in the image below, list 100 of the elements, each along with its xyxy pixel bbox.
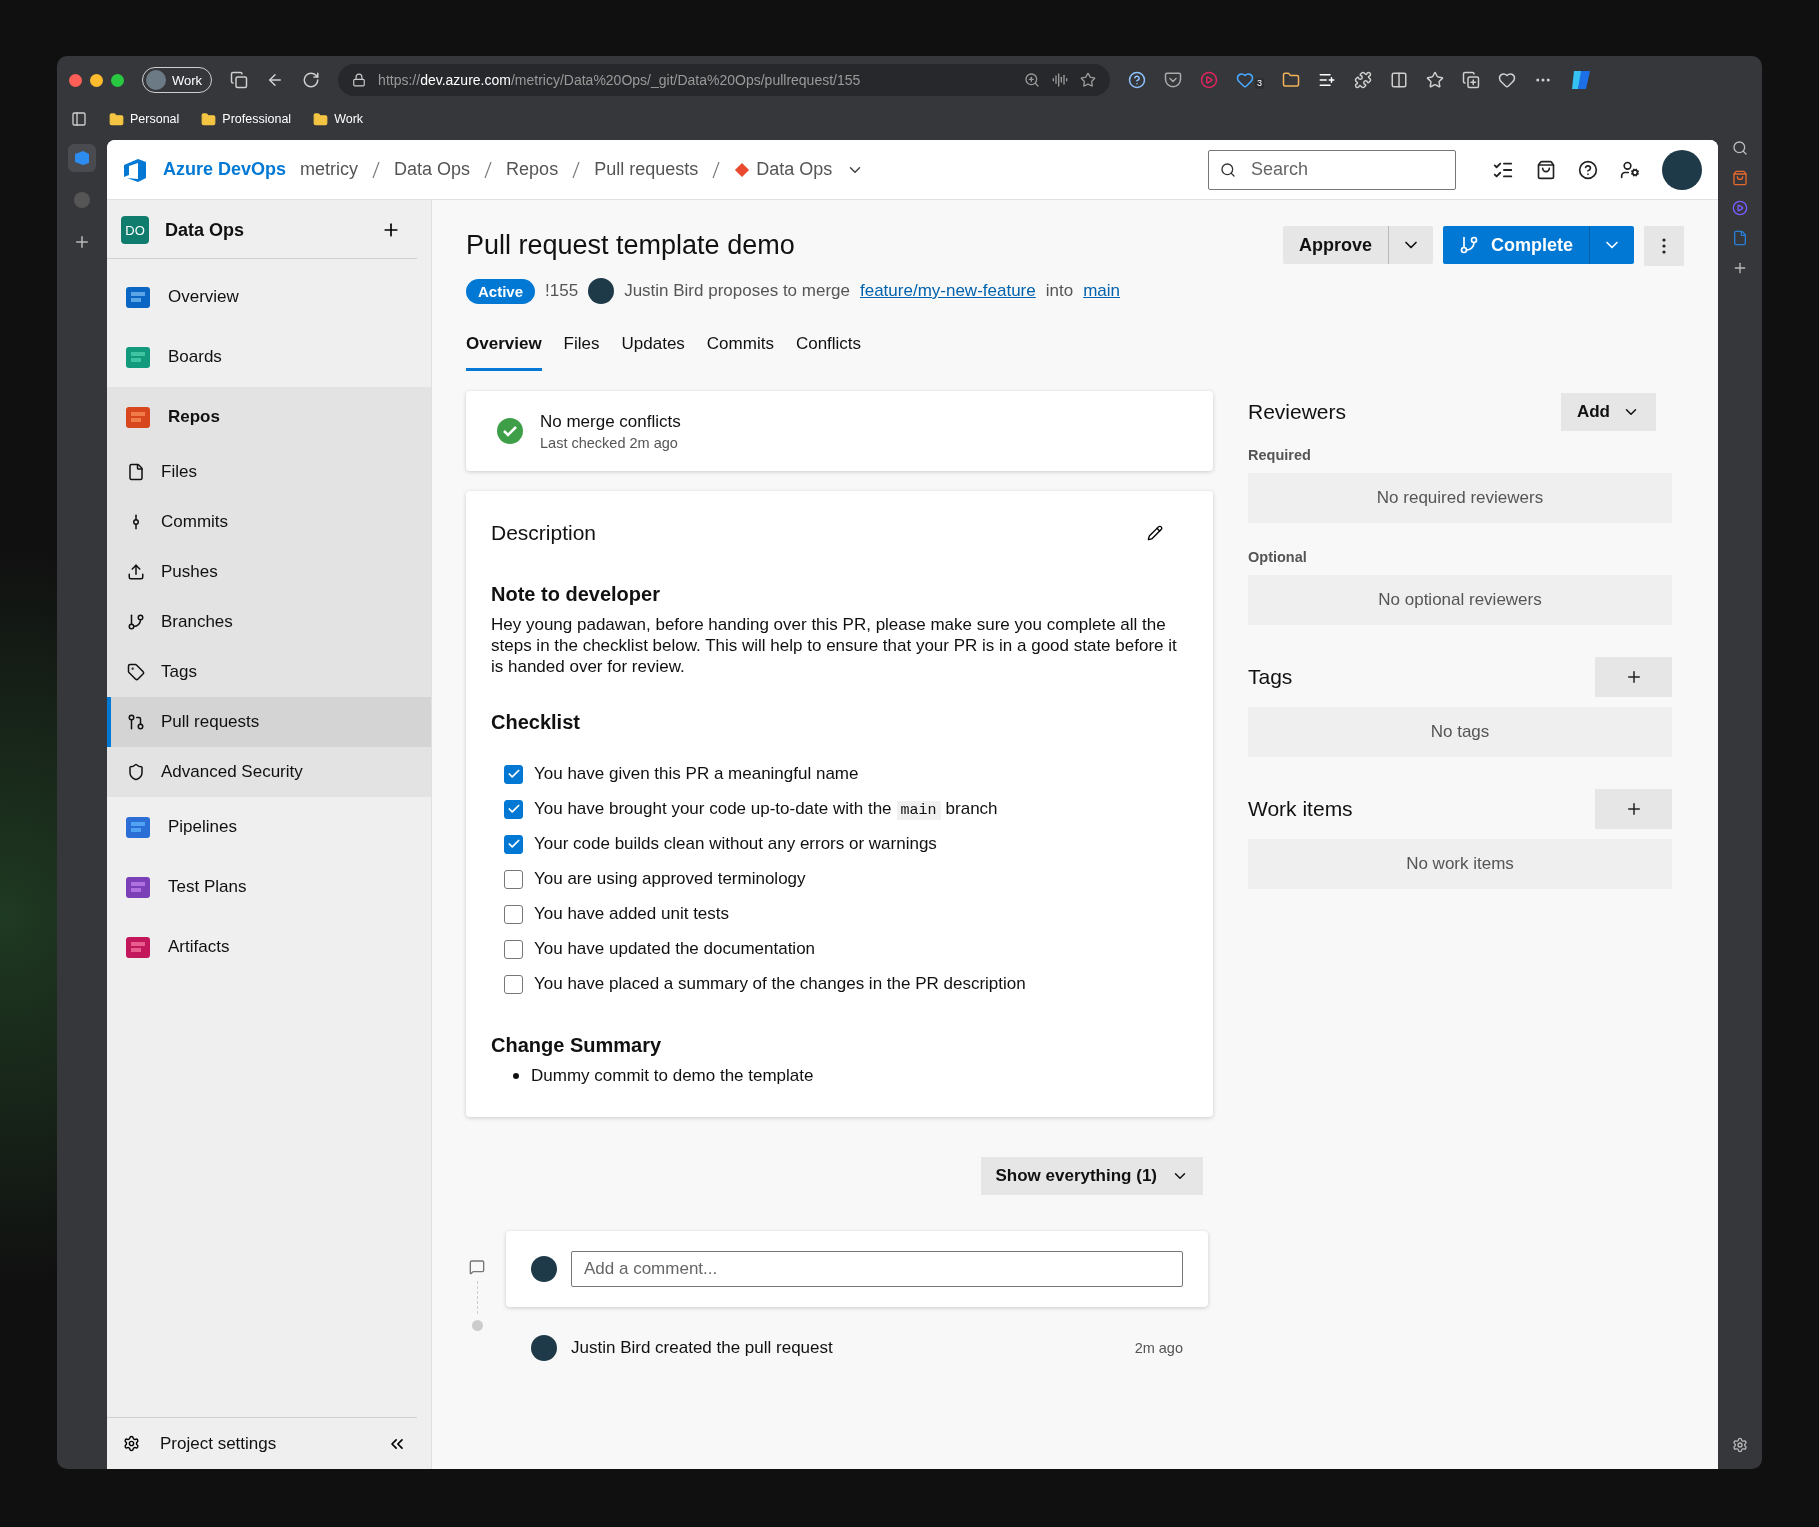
edit-icon[interactable] (1147, 525, 1163, 541)
heart-icon[interactable] (1498, 71, 1517, 89)
branch-icon (1459, 235, 1479, 255)
nav-item[interactable]: Artifacts (107, 917, 431, 977)
upload-icon (127, 563, 145, 581)
breadcrumb-link[interactable]: Data Ops (394, 159, 471, 180)
tab[interactable]: Files (563, 334, 600, 371)
settings-icon[interactable] (1732, 1437, 1748, 1453)
zoom-icon[interactable] (1024, 72, 1041, 88)
add-reviewer-button[interactable]: Add (1560, 393, 1656, 431)
merge-status-title: No merge conflicts (540, 411, 681, 432)
checkbox[interactable] (504, 869, 523, 889)
checklist-item-text: Your code builds clean without any errors or warnings (534, 834, 937, 854)
address-bar[interactable]: https://dev.azure.com/metricy/Data%20Ops/_git/Data%20Ops/pullrequest/155 (338, 64, 1111, 96)
nav-item[interactable]: Overview (107, 267, 431, 327)
nav-sub-item[interactable]: Advanced Security (107, 747, 431, 797)
nav-sub-item[interactable]: Pull requests (107, 697, 431, 747)
tab[interactable]: Overview (466, 334, 542, 371)
branch-icon (127, 613, 145, 631)
checkbox[interactable] (504, 764, 523, 784)
minimize-window-button[interactable] (90, 73, 103, 87)
checklist-item-text: You have brought your code up-to-date with the main branch (534, 799, 998, 819)
play-icon[interactable] (1200, 71, 1219, 89)
author-avatar (531, 1335, 557, 1361)
user-avatar[interactable] (1662, 149, 1702, 190)
pocket-icon[interactable] (1164, 71, 1183, 89)
approve-split-button[interactable]: Approve (1282, 226, 1433, 264)
extensions-icon[interactable] (1354, 71, 1373, 89)
brand-name[interactable]: Azure DevOps (163, 159, 287, 180)
nav-sub-item[interactable]: Tags (107, 647, 431, 697)
extension-icon[interactable] (1128, 71, 1147, 89)
event-text: Justin Bird created the pull request (571, 1338, 834, 1358)
into-text: into (1045, 281, 1074, 301)
source-branch-link[interactable]: feature/my-new-feature (860, 281, 1036, 301)
collections-icon[interactable] (1462, 71, 1481, 89)
search-icon[interactable] (1732, 140, 1748, 156)
section-heading: Checklist (491, 711, 581, 734)
author-text: Justin Bird proposes to merge (624, 281, 850, 301)
tab-favicon (73, 149, 91, 167)
read-aloud-icon[interactable] (1052, 72, 1069, 88)
sidebar-toggle-icon[interactable] (71, 111, 87, 127)
checkbox[interactable] (504, 834, 523, 854)
nav-item[interactable]: Test Plans (107, 857, 431, 917)
user-settings-icon[interactable] (1620, 159, 1640, 180)
nav-sub-item[interactable]: Files (107, 447, 431, 497)
checkbox[interactable] (504, 904, 523, 924)
check-icon (506, 767, 521, 781)
reload-icon[interactable] (302, 71, 321, 89)
breadcrumb-separator (712, 160, 721, 179)
reviewer-group-label: Optional (1248, 549, 1308, 565)
favorites-icon[interactable] (1426, 71, 1445, 89)
search-field[interactable]: Search (1208, 149, 1456, 190)
split-screen-icon[interactable] (1390, 71, 1409, 89)
bookmark-folder[interactable]: Personal (109, 111, 180, 127)
nav-sub-item[interactable]: Commits (107, 497, 431, 547)
shield-icon (127, 763, 145, 781)
tab[interactable]: Updates (621, 334, 685, 371)
event-time: 2m ago (1134, 1340, 1183, 1356)
user-avatar (531, 1256, 557, 1282)
nav-sub-item[interactable]: Pushes (107, 547, 431, 597)
settings-icon (123, 1435, 140, 1452)
complete-split-button[interactable]: Complete (1443, 226, 1634, 264)
maximize-window-button[interactable] (111, 73, 124, 87)
marketplace-icon[interactable] (1536, 159, 1556, 180)
project-settings-link[interactable]: Project settings (160, 1433, 367, 1454)
breadcrumb-separator (372, 160, 381, 179)
target-branch-link[interactable]: main (1083, 281, 1120, 301)
comment-field[interactable]: Add a comment... (571, 1251, 1183, 1287)
checkbox[interactable] (504, 799, 523, 819)
checklist-item-text: You have given this PR a meaningful name (534, 764, 859, 784)
breadcrumb-link[interactable]: Data Ops (734, 159, 833, 180)
tab[interactable]: Conflicts (795, 334, 862, 371)
bookmark-folder[interactable]: Work (313, 111, 364, 127)
checkbox[interactable] (504, 939, 523, 959)
checkbox[interactable] (504, 974, 523, 994)
help-icon[interactable] (1578, 159, 1598, 180)
breadcrumb-link[interactable]: Pull requests (594, 159, 699, 180)
breadcrumb-link[interactable]: Repos (506, 159, 559, 180)
breadcrumb-separator (484, 160, 493, 179)
checklist-item-text: You have updated the documentation (534, 939, 816, 959)
tabs-icon[interactable] (230, 71, 249, 89)
timeline-dot (471, 1320, 483, 1331)
section-heading: Tags (1248, 665, 1293, 689)
empty-reviewers-panel: No required reviewers (1248, 473, 1672, 523)
browser-tab[interactable] (68, 144, 96, 172)
nav-item[interactable]: Repos (107, 387, 431, 447)
nav-sub-item[interactable]: Branches (107, 597, 431, 647)
extension-badge: 3 (1255, 78, 1265, 89)
favorite-icon[interactable] (1080, 72, 1097, 88)
breadcrumb-link[interactable]: metricy (300, 159, 359, 180)
nav-item[interactable]: Boards (107, 327, 431, 387)
close-window-button[interactable] (69, 73, 82, 87)
section-heading: Note to developer (491, 583, 661, 606)
nav-item[interactable]: Pipelines (107, 797, 431, 857)
bookmark-folder[interactable]: Professional (201, 111, 292, 127)
tab[interactable]: Commits (706, 334, 774, 371)
section-heading: Change Summary (491, 1034, 663, 1057)
extension-icon[interactable] (1282, 71, 1301, 89)
comment-icon (469, 1259, 485, 1275)
filter-dropdown[interactable]: Show everything (1) (981, 1157, 1203, 1195)
